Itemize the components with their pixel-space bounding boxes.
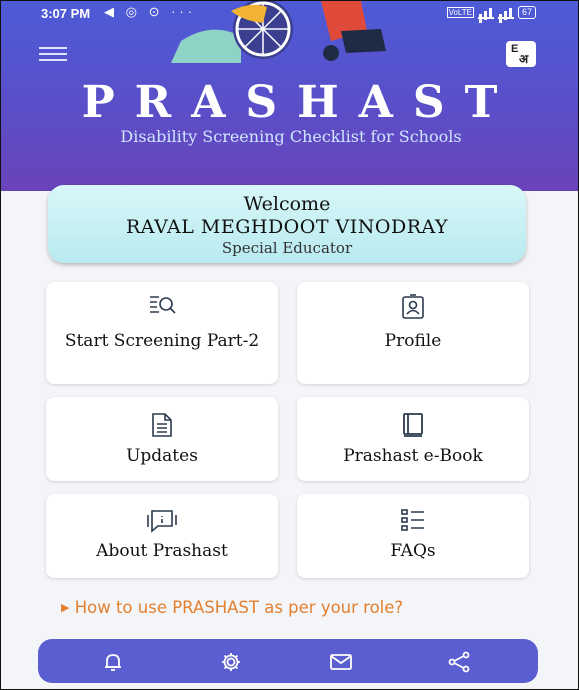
profile-card-icon bbox=[402, 294, 424, 319]
document-icon bbox=[152, 413, 172, 437]
welcome-card: Welcome RAVAL MEGHDOOT VINODRAY Special … bbox=[48, 185, 526, 263]
tile-start-screening[interactable]: Start Screening Part-2 bbox=[46, 282, 278, 384]
search-list-icon bbox=[150, 296, 176, 314]
tile-updates[interactable]: Updates bbox=[46, 397, 278, 481]
tile-label: FAQs bbox=[390, 541, 436, 561]
tile-profile[interactable]: Profile bbox=[297, 282, 529, 384]
language-toggle-button[interactable]: E अ bbox=[506, 41, 536, 67]
banner-illustration bbox=[171, 1, 386, 63]
tile-faqs[interactable]: FAQs bbox=[297, 494, 529, 578]
lang-hi-label: अ bbox=[519, 52, 529, 66]
book-icon bbox=[403, 413, 423, 437]
app-title: PRASHAST bbox=[81, 77, 518, 128]
how-to-use-text: How to use PRASHAST as per your role? bbox=[74, 598, 404, 617]
tile-label: About Prashast bbox=[96, 541, 228, 561]
tile-about[interactable]: About Prashast bbox=[46, 494, 278, 578]
mail-icon[interactable] bbox=[328, 649, 354, 675]
play-arrow-icon: ▶ bbox=[61, 601, 70, 614]
volte-label: VoLTE bbox=[446, 7, 474, 18]
how-to-use-link[interactable]: ▶ How to use PRASHAST as per your role? bbox=[61, 598, 541, 617]
gear-icon[interactable] bbox=[218, 649, 244, 675]
status-system-icons: VoLTE 67 bbox=[446, 6, 536, 19]
user-role: Special Educator bbox=[221, 239, 353, 257]
signal-icon bbox=[477, 7, 494, 19]
share-icon[interactable] bbox=[446, 649, 472, 675]
tile-label: Prashast e-Book bbox=[343, 446, 483, 466]
app-screen: 3:07 PM ◀ ◎ ⊙ ··· VoLTE 67 E अ PRASHAST … bbox=[0, 0, 579, 690]
signal-icon-2 bbox=[497, 7, 514, 19]
checklist-icon bbox=[401, 509, 424, 531]
tile-ebook[interactable]: Prashast e-Book bbox=[297, 397, 529, 481]
bell-icon[interactable] bbox=[100, 649, 126, 675]
tile-label: Profile bbox=[384, 331, 442, 351]
status-time: 3:07 PM bbox=[41, 6, 91, 21]
menu-icon[interactable] bbox=[39, 47, 67, 61]
header-banner: 3:07 PM ◀ ◎ ⊙ ··· VoLTE 67 E अ PRASHAST … bbox=[1, 1, 578, 191]
welcome-greeting: Welcome bbox=[243, 193, 331, 215]
app-subtitle: Disability Screening Checklist for Schoo… bbox=[120, 127, 462, 146]
bottom-navigation bbox=[38, 639, 538, 683]
info-chat-icon bbox=[147, 510, 177, 533]
tile-label: Start Screening Part-2 bbox=[64, 331, 260, 351]
battery-icon: 67 bbox=[517, 6, 536, 19]
tile-label: Updates bbox=[126, 446, 198, 466]
lang-en-label: E bbox=[511, 43, 519, 55]
user-name: RAVAL MEGHDOOT VINODRAY bbox=[125, 216, 449, 238]
